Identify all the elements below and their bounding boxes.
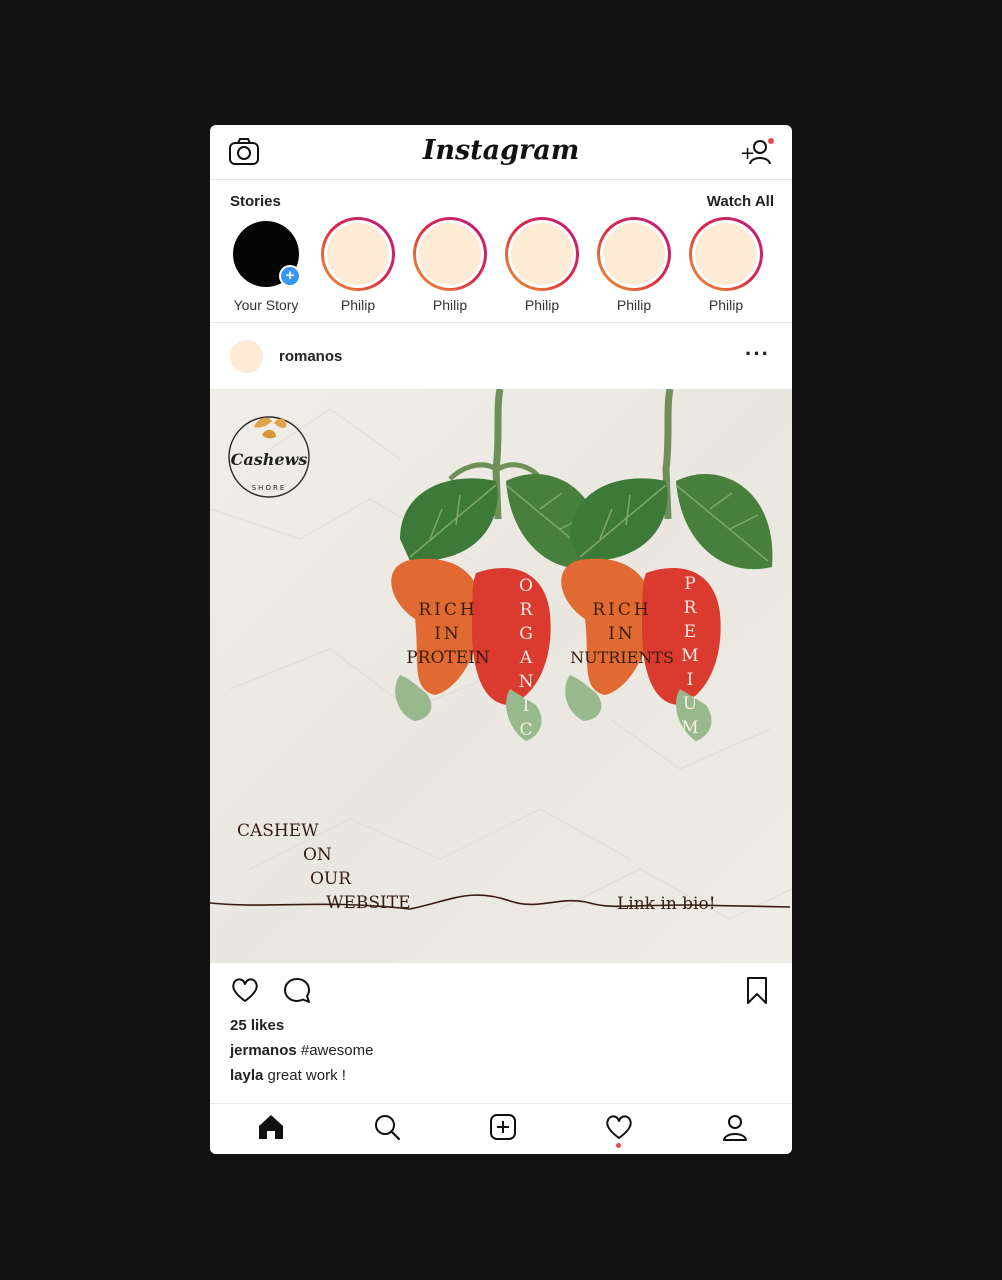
svg-text:M: M [681, 718, 698, 738]
svg-text:I: I [523, 696, 530, 716]
add-user-icon[interactable]: + [740, 137, 776, 167]
story-ring [413, 217, 487, 291]
svg-text:A: A [519, 648, 533, 668]
cta-line-4: WEBSITE [326, 893, 411, 913]
cta-line-1: CASHEW [237, 821, 319, 841]
svg-text:+: + [740, 143, 755, 164]
story-label: Philip [432, 297, 468, 313]
divider [210, 322, 792, 323]
story-ring [321, 217, 395, 291]
instagram-phone-frame: Instagram + Stories Watch All + Your Sto… [210, 125, 792, 1154]
post-actions [210, 971, 792, 1011]
svg-text:E: E [684, 622, 696, 642]
bottom-nav [210, 1103, 792, 1154]
more-options-icon[interactable]: ··· [745, 341, 770, 367]
story-label: Your Story [233, 297, 299, 313]
brand-sub: SHORE [252, 484, 287, 492]
cashew2-line-3: NUTRIENTS [570, 648, 674, 667]
app-logo: Instagram [422, 135, 580, 166]
story-your-story[interactable]: + Your Story [220, 217, 312, 313]
profile-icon[interactable] [720, 1112, 750, 1146]
cashew1-line-2: IN [434, 624, 462, 644]
own-avatar: + [233, 221, 301, 287]
comment-user[interactable]: layla [230, 1067, 263, 1084]
cta-line-2: ON [303, 845, 332, 865]
cashew2-vertical-text: PRE MIUM [681, 574, 698, 738]
svg-text:G: G [519, 624, 533, 644]
svg-text:M: M [681, 646, 698, 666]
story-label: Philip [524, 297, 560, 313]
notification-dot [616, 1143, 621, 1148]
heart-icon[interactable] [230, 975, 260, 1005]
stories-row: + Your Story Philip Philip Philip Philip… [210, 217, 792, 317]
stories-title: Stories [230, 193, 281, 210]
post-username[interactable]: romanos [279, 348, 342, 365]
story-item[interactable]: Philip [496, 217, 588, 313]
svg-text:C: C [519, 720, 532, 740]
svg-text:O: O [519, 576, 533, 596]
story-label: Philip [616, 297, 652, 313]
comment-row: jermanos #awesome [230, 1042, 373, 1059]
comment-user[interactable]: jermanos [230, 1042, 297, 1059]
comment-icon[interactable] [282, 975, 312, 1005]
brand-name: Cashews [231, 450, 308, 469]
activity-heart-icon[interactable] [604, 1112, 634, 1148]
svg-text:U: U [683, 694, 697, 714]
svg-text:R: R [520, 600, 534, 620]
bookmark-icon[interactable] [742, 975, 772, 1005]
link-in-bio: Link in bio! [617, 894, 716, 914]
story-ring [505, 217, 579, 291]
post-image[interactable]: Cashews SHORE RICH IN PROTEIN ORG A N I … [210, 389, 792, 963]
svg-text:R: R [684, 598, 698, 618]
svg-text:P: P [684, 574, 695, 594]
svg-text:I: I [687, 670, 694, 690]
add-post-icon[interactable] [488, 1112, 518, 1146]
watch-all-link[interactable]: Watch All [707, 193, 774, 210]
cashew2-line-1: RICH [592, 600, 651, 620]
comment-row: layla great work ! [230, 1067, 346, 1084]
cashew1-line-1: RICH [418, 600, 477, 620]
comment-text: #awesome [300, 1042, 374, 1059]
story-label: Philip [340, 297, 376, 313]
search-icon[interactable] [372, 1112, 402, 1146]
cashew2-line-2: IN [608, 624, 636, 644]
story-ring [689, 217, 763, 291]
cta-line-3: OUR [310, 869, 352, 889]
comment-text: great work ! [267, 1067, 346, 1084]
story-label: Philip [708, 297, 744, 313]
stories-header: Stories Watch All [230, 193, 774, 211]
top-bar: Instagram + [210, 125, 792, 180]
story-item[interactable]: Philip [312, 217, 404, 313]
likes-count[interactable]: 25 likes [230, 1017, 284, 1034]
story-item[interactable]: Philip [588, 217, 680, 313]
post-header: romanos ··· [210, 329, 792, 385]
story-item[interactable]: Philip [680, 217, 772, 313]
cashew1-line-3: PROTEIN [406, 648, 490, 668]
post-avatar[interactable] [230, 340, 263, 373]
story-item[interactable]: Philip [404, 217, 496, 313]
home-icon[interactable] [256, 1112, 286, 1146]
svg-text:N: N [519, 672, 534, 692]
add-story-icon[interactable]: + [279, 265, 301, 287]
story-ring [597, 217, 671, 291]
